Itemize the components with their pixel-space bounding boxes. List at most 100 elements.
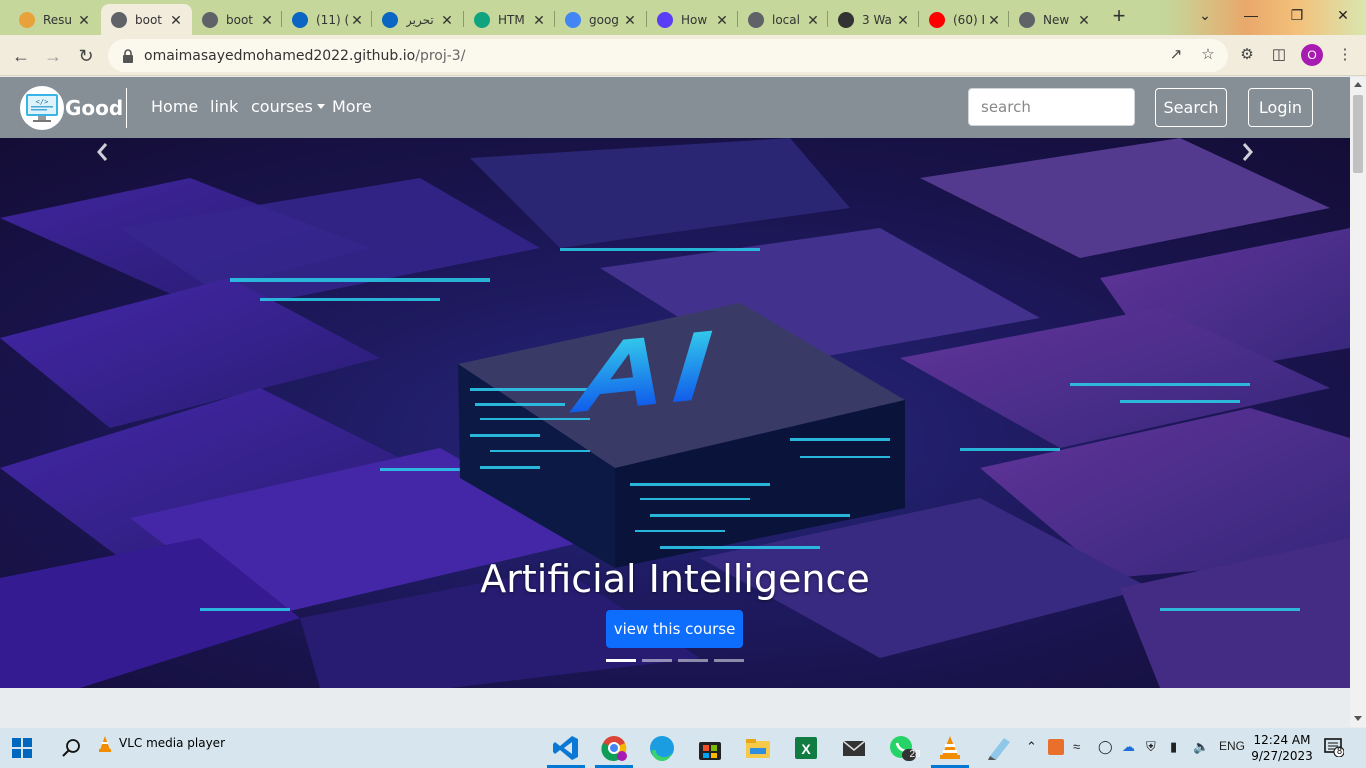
globe-icon (748, 11, 764, 28)
tab-label: boot (226, 12, 254, 27)
scroll-down-icon[interactable] (1354, 716, 1362, 721)
tab-close-icon[interactable]: ✕ (531, 12, 547, 28)
minimize-button[interactable]: — (1228, 0, 1274, 30)
tab-label: How (681, 12, 708, 27)
close-window-button[interactable]: ✕ (1320, 0, 1366, 30)
nav-courses-label: courses (251, 97, 313, 116)
browser-tab[interactable]: (60) I ✕ (919, 4, 1010, 35)
extensions-puzzle-icon[interactable]: ⚙ (1236, 44, 1258, 66)
menu-kebab-icon[interactable]: ⋮ (1334, 44, 1356, 66)
tab-close-icon[interactable]: ✕ (714, 12, 730, 28)
volume-icon[interactable]: 🔈 (1193, 739, 1209, 755)
search-icon[interactable] (62, 738, 82, 758)
store-icon[interactable] (696, 734, 724, 762)
address-bar[interactable]: omaimasayedmohamed2022.github.io/proj-3/ (108, 39, 1228, 72)
browser-tab[interactable]: goog ✕ (555, 4, 646, 35)
battery-icon[interactable]: ▮ (1170, 739, 1177, 755)
brand[interactable]: </> Good (20, 85, 123, 130)
new-tab-button[interactable]: + (1106, 4, 1132, 30)
vscode-icon[interactable] (552, 734, 580, 762)
excel-icon[interactable]: X (792, 734, 820, 762)
chrome-icon[interactable] (600, 734, 628, 762)
tab-label: 3 Wa (862, 12, 892, 27)
arc-icon (657, 11, 673, 28)
scroll-up-icon[interactable] (1354, 82, 1362, 87)
tab-close-icon[interactable]: ✕ (805, 12, 821, 28)
caret-down-icon (316, 104, 325, 109)
tray-chevron-up-icon[interactable]: ⌃ (1026, 739, 1037, 755)
login-button[interactable]: Login (1248, 88, 1313, 127)
edge-icon[interactable] (648, 734, 676, 762)
tab-separator (827, 11, 828, 27)
search-input[interactable] (968, 88, 1135, 126)
carousel-prev-icon[interactable] (92, 138, 112, 166)
vlc-taskbar-label[interactable]: VLC media player (119, 736, 225, 750)
profile-avatar[interactable]: O (1301, 44, 1323, 66)
mail-icon[interactable] (840, 734, 868, 762)
browser-tab[interactable]: New ✕ (1009, 4, 1100, 35)
carousel-indicator-3[interactable] (678, 659, 708, 662)
clock[interactable]: 12:24 AM 9/27/2023 (1251, 732, 1313, 764)
file-explorer-icon[interactable] (744, 734, 772, 762)
tab-label: (11) ( (316, 12, 349, 27)
tab-close-icon[interactable]: ✕ (349, 12, 365, 28)
lock-icon[interactable] (122, 48, 134, 63)
search-button[interactable]: Search (1155, 88, 1227, 127)
back-icon[interactable]: ← (6, 41, 36, 71)
security-shield-icon[interactable]: ⛨ (1146, 739, 1156, 755)
nav-courses-dropdown[interactable]: courses (251, 97, 325, 116)
windows-start-icon[interactable] (12, 738, 32, 758)
tab-close-icon[interactable]: ✕ (168, 12, 184, 28)
bookmark-star-icon[interactable]: ☆ (1197, 44, 1219, 66)
nav-more[interactable]: More (332, 97, 372, 116)
nav-link[interactable]: link (210, 97, 238, 116)
vlc-cone-icon[interactable] (98, 736, 112, 752)
google-icon (565, 11, 581, 28)
browser-tab[interactable]: boot ✕ (192, 4, 283, 35)
chatgpt-icon (474, 11, 490, 28)
whatsapp-badge: 28 (909, 749, 921, 760)
browser-tab[interactable]: HTM ✕ (464, 4, 555, 35)
carousel-caption-title: Artificial Intelligence (480, 557, 870, 601)
tab-close-icon[interactable]: ✕ (622, 12, 638, 28)
nav-home[interactable]: Home (151, 97, 198, 116)
browser-tab[interactable]: Resu ✕ (9, 4, 100, 35)
view-course-button[interactable]: view this course (606, 610, 743, 648)
linkedin-icon (382, 11, 398, 28)
tab-search-chevron-icon[interactable]: ⌄ (1182, 0, 1228, 30)
browser-tab[interactable]: local ✕ (738, 4, 829, 35)
reload-icon[interactable]: ↻ (71, 41, 101, 71)
forward-icon[interactable]: → (38, 41, 68, 71)
tab-label: goog (589, 12, 619, 27)
share-icon[interactable]: ↗ (1165, 44, 1187, 66)
tab-close-icon[interactable]: ✕ (439, 12, 455, 28)
scroll-thumb[interactable] (1353, 95, 1363, 173)
browser-tab[interactable]: (11) (✕ (282, 4, 373, 35)
browser-tab[interactable]: تحرير ✕ (372, 4, 463, 35)
carousel-indicator-2[interactable] (642, 659, 672, 662)
tab-separator (371, 11, 372, 27)
tab-close-icon[interactable]: ✕ (76, 12, 92, 28)
browser-tab[interactable]: 3 Wa ✕ (828, 4, 919, 35)
page-scrollbar[interactable] (1350, 77, 1366, 727)
language-indicator[interactable]: ENG (1219, 739, 1245, 753)
wifi-icon[interactable]: ≈ (1073, 739, 1080, 754)
onedrive-icon[interactable]: ☁ (1122, 739, 1135, 755)
side-panel-icon[interactable]: ◫ (1268, 44, 1290, 66)
restore-button[interactable]: ❐ (1274, 0, 1320, 30)
carousel-indicator-1[interactable] (606, 659, 636, 662)
notepad-icon[interactable] (984, 734, 1012, 762)
tab-close-icon[interactable]: ✕ (259, 12, 275, 28)
carousel-next-icon[interactable] (1238, 138, 1258, 166)
browser-tab[interactable]: boot ✕ (101, 4, 192, 35)
tab-close-icon[interactable]: ✕ (986, 12, 1002, 28)
vlc-icon[interactable] (936, 734, 964, 762)
carousel-indicator-4[interactable] (714, 659, 744, 662)
tab-close-icon[interactable]: ✕ (895, 12, 911, 28)
notification-icon[interactable]: 8 (1324, 737, 1345, 758)
browser-tab[interactable]: How ✕ (647, 4, 738, 35)
tab-label: local (772, 12, 800, 27)
network-icon[interactable]: ◯ (1098, 739, 1113, 755)
tab-close-icon[interactable]: ✕ (1076, 12, 1092, 28)
tray-app-icon[interactable] (1048, 739, 1064, 755)
